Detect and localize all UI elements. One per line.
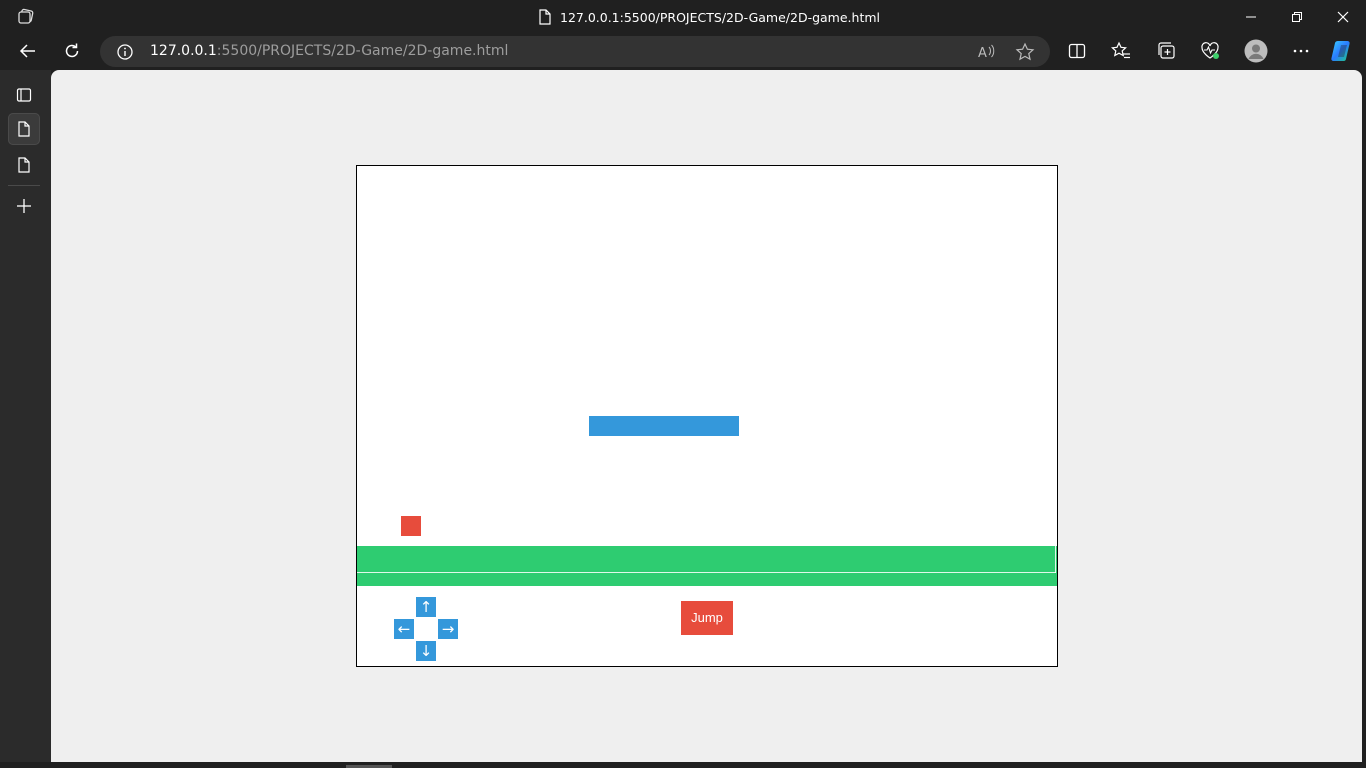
window-title: 127.0.0.1:5500/PROJECTS/2D-Game/2D-game.… — [538, 7, 880, 27]
page-tab-icon — [18, 157, 30, 173]
tab-actions-button[interactable] — [8, 79, 40, 111]
close-button[interactable] — [1320, 0, 1366, 33]
ground-outline — [357, 572, 1056, 573]
favorites-icon[interactable] — [1108, 38, 1134, 64]
info-icon[interactable] — [116, 43, 134, 61]
game-container: ↑ ← → ↓ Jump — [356, 165, 1058, 667]
player-character — [401, 516, 421, 536]
copilot-icon[interactable] — [1330, 38, 1356, 64]
title-bar: 127.0.0.1:5500/PROJECTS/2D-Game/2D-game.… — [0, 0, 1366, 33]
ground — [357, 546, 1057, 586]
more-options-icon[interactable] — [1288, 38, 1314, 64]
right-arrow-button[interactable]: → — [438, 619, 458, 639]
window-title-text: 127.0.0.1:5500/PROJECTS/2D-Game/2D-game.… — [560, 9, 880, 25]
favorite-star-icon[interactable] — [1015, 42, 1035, 62]
collections-icon[interactable] — [1153, 38, 1179, 64]
page-document-icon — [539, 9, 551, 25]
refresh-icon — [65, 43, 79, 58]
new-tab-plus-icon — [17, 199, 31, 213]
sidebar-divider — [8, 185, 40, 186]
url-text[interactable]: 127.0.0.1:5500/PROJECTS/2D-Game/2D-game.… — [150, 43, 508, 59]
close-icon — [1337, 11, 1349, 22]
sidebar-tab-active[interactable] — [8, 113, 40, 145]
url-host: 127.0.0.1 — [150, 43, 217, 59]
back-button[interactable] — [12, 35, 44, 67]
profile-avatar-icon[interactable] — [1243, 38, 1269, 64]
read-aloud-icon[interactable]: A — [976, 42, 996, 62]
vertical-tabs-sidebar — [0, 70, 51, 768]
browser-toolbar: 127.0.0.1:5500/PROJECTS/2D-Game/2D-game.… — [0, 33, 1366, 70]
left-arrow-button[interactable]: ← — [394, 619, 414, 639]
minimize-button[interactable] — [1228, 0, 1274, 33]
jump-button[interactable]: Jump — [681, 601, 733, 635]
floating-platform — [589, 416, 739, 436]
restore-icon — [1292, 11, 1302, 22]
tab-actions-icon — [16, 88, 32, 102]
ground-outline-edge — [1055, 546, 1056, 573]
edge-workspaces-icon[interactable] — [16, 7, 36, 27]
sidebar-tab[interactable] — [8, 149, 40, 181]
down-arrow-button[interactable]: ↓ — [416, 641, 436, 661]
back-arrow-icon — [19, 44, 35, 58]
horizontal-scrollbar[interactable] — [0, 762, 1366, 768]
browser-essentials-icon[interactable] — [1197, 38, 1223, 64]
restore-button[interactable] — [1274, 0, 1320, 33]
refresh-button[interactable] — [56, 35, 88, 67]
up-arrow-button[interactable]: ↑ — [416, 597, 436, 617]
page-viewport: ↑ ← → ↓ Jump — [51, 70, 1362, 762]
page-tab-icon — [18, 121, 30, 137]
url-path: :5500/PROJECTS/2D-Game/2D-game.html — [216, 43, 509, 59]
split-screen-icon[interactable] — [1064, 38, 1090, 64]
minimize-icon — [1246, 16, 1256, 17]
new-tab-button[interactable] — [8, 190, 40, 222]
svg-text:A: A — [978, 46, 987, 61]
address-bar[interactable]: 127.0.0.1:5500/PROJECTS/2D-Game/2D-game.… — [100, 36, 1050, 67]
